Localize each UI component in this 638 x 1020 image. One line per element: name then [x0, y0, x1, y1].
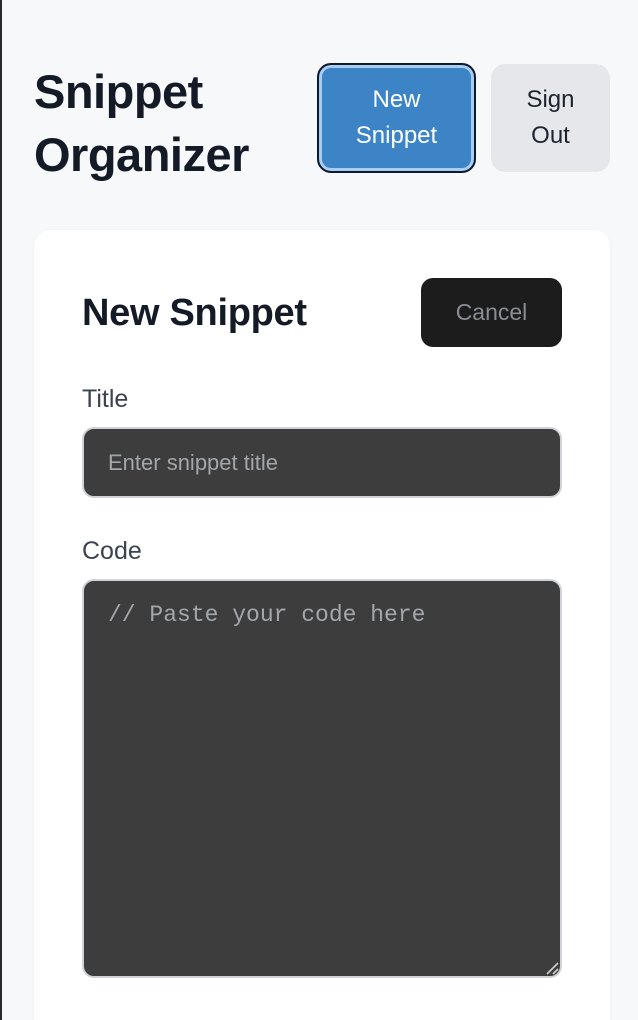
app-title: Snippet Organizer	[34, 65, 249, 181]
window-edge	[0, 0, 2, 1020]
code-field-label: Code	[82, 537, 142, 565]
snippet-title-input[interactable]	[82, 427, 562, 498]
cancel-button[interactable]: Cancel	[421, 278, 562, 347]
title-field-label: Title	[82, 385, 129, 413]
sign-out-button[interactable]: Sign Out	[491, 64, 610, 172]
snippet-code-textarea[interactable]	[82, 579, 562, 978]
new-snippet-card: New Snippet Cancel Title Code	[34, 230, 610, 1020]
app-page: Snippet Organizer New Snippet Sign Out N…	[0, 0, 638, 1020]
new-snippet-button[interactable]: New Snippet	[317, 63, 476, 173]
form-title: New Snippet	[82, 292, 307, 334]
